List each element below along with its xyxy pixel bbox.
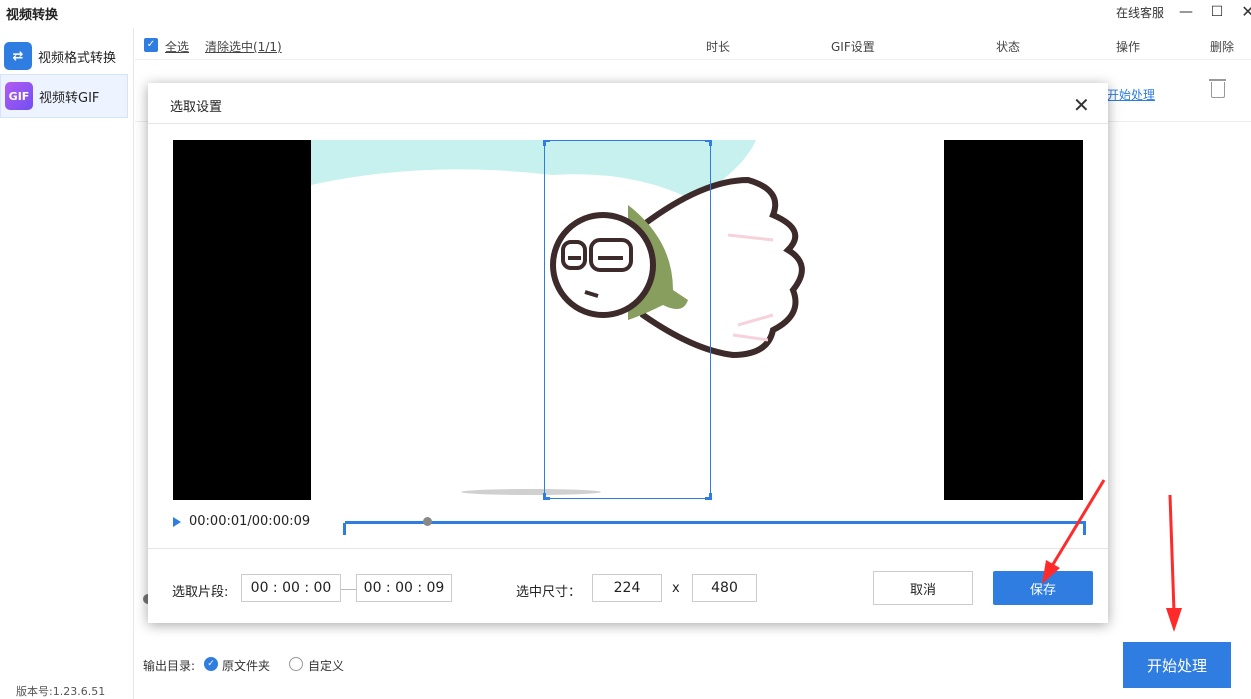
cancel-button[interactable]: 取消	[873, 571, 973, 605]
dialog-close-icon[interactable]: ✕	[1073, 95, 1090, 115]
swap-arrows-icon: ⇄	[4, 42, 32, 70]
playback-time: 00:00:01/00:00:09	[189, 514, 311, 529]
output-directory-label: 输出目录:	[143, 659, 196, 673]
selection-settings-dialog: 选取设置 ✕ 00:00:01/00:00:09 选取片段: 00: 00:…	[148, 83, 1108, 623]
column-delete: 删除	[1210, 40, 1235, 54]
column-status: 状态	[996, 40, 1021, 54]
timeline-start-handle[interactable]	[343, 523, 347, 535]
selection-height-input[interactable]	[692, 574, 757, 602]
segment-label: 选取片段:	[172, 585, 229, 600]
version-label: 版本号:1.23.6.51	[16, 685, 106, 698]
divider	[148, 548, 1108, 549]
radio-custom-folder[interactable]	[289, 657, 303, 671]
sidebar-item-label: 视频格式转换	[38, 50, 117, 66]
radio-custom-folder-label[interactable]: 自定义	[308, 657, 344, 674]
playhead-knob[interactable]	[422, 517, 432, 526]
timeline-track[interactable]	[345, 521, 1086, 524]
clear-selection-link[interactable]: 清除选中(1/1)	[205, 38, 282, 55]
gif-icon: GIF	[5, 82, 33, 110]
list-header: ✓ 全选 清除选中(1/1) 时长 GIF设置 状态 操作 删除	[135, 30, 1251, 60]
minimize-icon[interactable]: —	[1176, 2, 1196, 22]
close-icon[interactable]: ✕	[1238, 2, 1251, 22]
start-process-button[interactable]: 开始处理	[1123, 642, 1231, 688]
arrow-to-start	[1166, 494, 1182, 632]
timeline-end-handle[interactable]	[1083, 523, 1087, 535]
letterbox-left	[173, 140, 311, 500]
radio-original-folder-label[interactable]: 原文件夹	[222, 657, 270, 674]
sidebar: ⇄ 视频格式转换 GIF 视频转GIF	[0, 28, 134, 699]
select-all-label[interactable]: 全选	[165, 38, 189, 55]
column-gif-settings: GIF设置	[831, 40, 875, 54]
title-bar: 视频转换 在线客服 — ☐ ✕	[0, 0, 1251, 28]
divider	[148, 123, 1108, 124]
select-all-checkbox[interactable]: ✓	[144, 38, 158, 52]
video-preview	[173, 140, 1083, 500]
online-support-link[interactable]: 在线客服	[1116, 4, 1164, 21]
app-title: 视频转换	[6, 8, 59, 23]
maximize-icon[interactable]: ☐	[1207, 2, 1227, 22]
column-duration: 时长	[706, 40, 731, 54]
dialog-title: 选取设置	[170, 100, 223, 115]
play-icon[interactable]	[173, 517, 181, 527]
sidebar-item-label: 视频转GIF	[39, 90, 100, 106]
crop-handle-top-right[interactable]	[705, 140, 712, 146]
segment-start-input[interactable]	[241, 574, 341, 602]
crop-handle-top-left[interactable]	[543, 140, 550, 146]
selection-width-input[interactable]	[592, 574, 662, 602]
trash-icon[interactable]	[1209, 79, 1226, 98]
size-label: 选中尺寸：	[516, 585, 582, 600]
radio-original-folder[interactable]: ✓	[204, 657, 218, 671]
crop-handle-bottom-right[interactable]	[705, 493, 712, 500]
crop-handle-bottom-left[interactable]	[543, 493, 550, 500]
save-button[interactable]: 保存	[993, 571, 1093, 605]
segment-end-input[interactable]	[356, 574, 452, 602]
column-action: 操作	[1116, 40, 1141, 54]
row-start-process-link[interactable]: 开始处理	[1107, 86, 1155, 103]
sidebar-item-video-to-gif[interactable]: GIF 视频转GIF	[0, 74, 128, 118]
letterbox-right	[944, 140, 1083, 500]
range-dash	[341, 589, 356, 590]
crop-selection-box[interactable]	[543, 140, 712, 500]
sidebar-item-video-format-convert[interactable]: ⇄ 视频格式转换	[0, 34, 128, 78]
size-separator: x	[672, 581, 680, 596]
